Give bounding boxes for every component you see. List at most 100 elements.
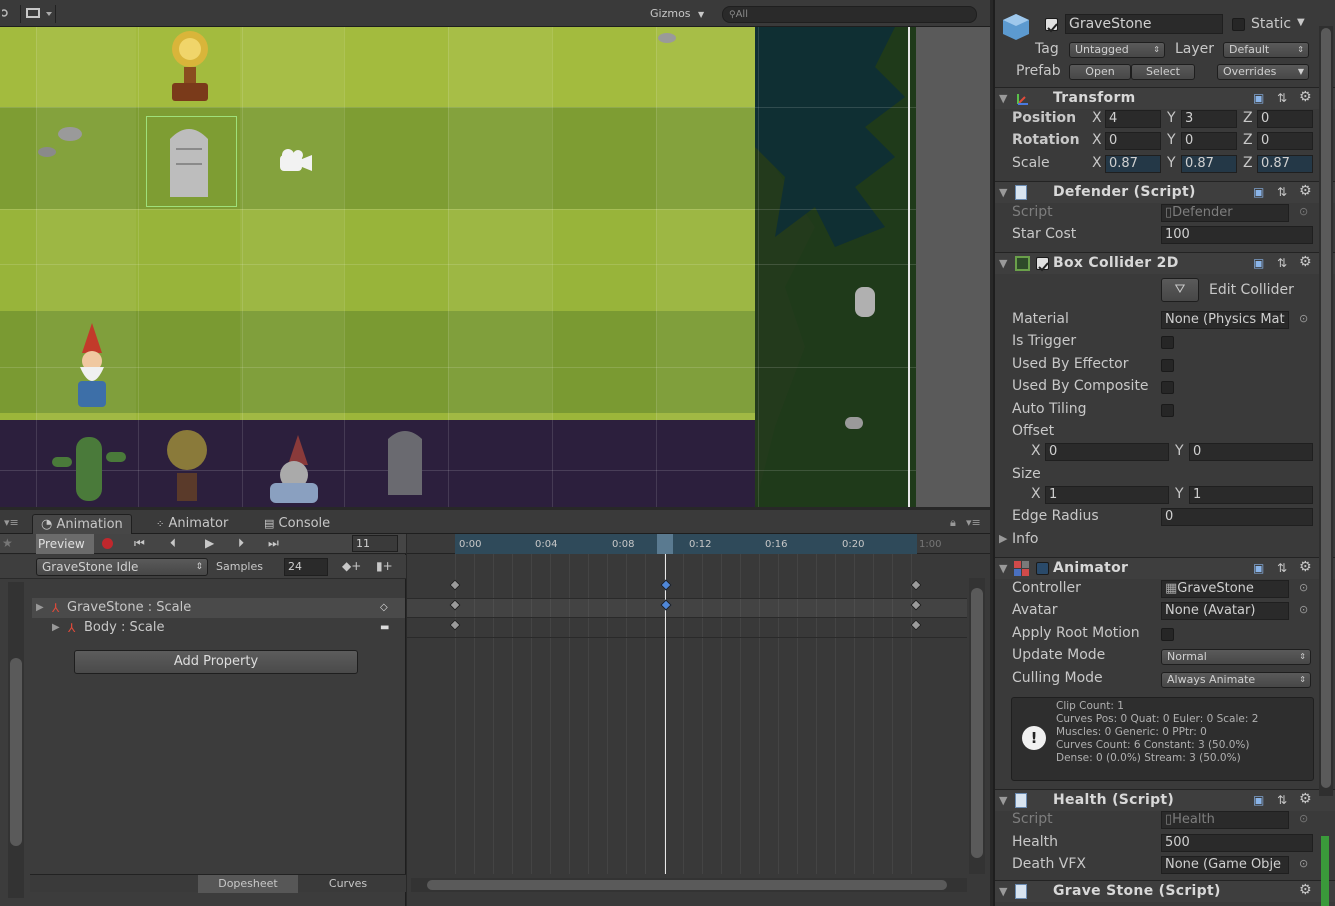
property-row[interactable]: ▶ ⅄ GraveStone : Scale ◇ bbox=[32, 598, 405, 618]
fold-arrow-icon[interactable]: ▶ bbox=[999, 532, 1007, 545]
object-picker-icon[interactable]: ⊙ bbox=[1299, 603, 1308, 616]
gravestone-sprite[interactable] bbox=[164, 119, 214, 201]
scrollbar-thumb[interactable] bbox=[1321, 28, 1331, 788]
play-icon[interactable]: ▶ bbox=[205, 536, 214, 550]
prev-key-icon[interactable]: ⏴ bbox=[170, 536, 176, 551]
gear-icon[interactable]: ⚙ bbox=[1299, 559, 1312, 575]
scrollbar-thumb[interactable] bbox=[10, 658, 22, 846]
record-icon[interactable] bbox=[102, 538, 113, 549]
gear-icon[interactable]: ⚙ bbox=[1299, 882, 1312, 898]
gear-icon[interactable]: ⚙ bbox=[1299, 791, 1312, 807]
rotation-z-field[interactable]: 0 bbox=[1257, 132, 1313, 150]
enabled-checkbox[interactable] bbox=[1036, 562, 1049, 575]
scene-viewport[interactable] bbox=[0, 27, 916, 507]
expand-arrow-icon[interactable]: ▶ bbox=[52, 618, 60, 638]
help-icon[interactable]: ▣ bbox=[1253, 793, 1264, 807]
is-trigger-checkbox[interactable] bbox=[1161, 336, 1174, 349]
object-name-field[interactable]: GraveStone bbox=[1065, 14, 1223, 34]
object-picker-icon[interactable]: ⊙ bbox=[1299, 857, 1308, 870]
position-z-field[interactable]: 0 bbox=[1257, 110, 1313, 128]
lock-icon[interactable]: 🔒︎ bbox=[950, 516, 956, 530]
next-key-icon[interactable]: ⏵ bbox=[238, 536, 244, 551]
fold-arrow-icon[interactable]: ▼ bbox=[999, 885, 1007, 898]
controller-field[interactable]: ▦GraveStone bbox=[1161, 580, 1289, 598]
property-scrollbar[interactable] bbox=[8, 582, 24, 898]
expand-arrow-icon[interactable]: ▶ bbox=[36, 598, 44, 618]
tab-animator[interactable]: ⁘ Animator bbox=[148, 514, 236, 534]
time-ruler[interactable]: 0:00 0:04 0:08 0:12 0:16 0:20 1:00 bbox=[407, 534, 990, 554]
scene-search-input[interactable]: ⚲All bbox=[722, 6, 977, 23]
dopesheet[interactable]: 0:00 0:04 0:08 0:12 0:16 0:20 1:00 bbox=[407, 534, 990, 906]
object-picker-icon[interactable]: ⊙ bbox=[1299, 312, 1308, 325]
dopesheet-button[interactable]: Dopesheet bbox=[198, 875, 298, 893]
enabled-checkbox[interactable] bbox=[1036, 257, 1049, 272]
box-collider-header[interactable]: ▼ Box Collider 2D ▣ ⇅ ⚙ bbox=[995, 252, 1335, 274]
gnome-sprite[interactable] bbox=[70, 323, 114, 419]
object-picker-icon[interactable]: ⊙ bbox=[1299, 581, 1308, 594]
trophy-icon[interactable] bbox=[152, 425, 222, 503]
static-checkbox[interactable] bbox=[1232, 18, 1245, 31]
add-event-icon[interactable]: ▮+ bbox=[376, 559, 393, 573]
help-icon[interactable]: ▣ bbox=[1253, 561, 1264, 575]
fold-arrow-icon[interactable]: ▼ bbox=[999, 92, 1007, 105]
offset-y-field[interactable]: 0 bbox=[1189, 443, 1313, 461]
used-by-composite-checkbox[interactable] bbox=[1161, 381, 1174, 394]
health-field[interactable]: 500 bbox=[1161, 834, 1313, 852]
chevron-down-icon[interactable]: ▼ bbox=[1297, 17, 1305, 28]
sunflower-trophy-icon[interactable] bbox=[158, 27, 222, 105]
preset-icon[interactable]: ⇅ bbox=[1277, 793, 1287, 807]
fold-arrow-icon[interactable]: ▼ bbox=[999, 562, 1007, 575]
size-x-field[interactable]: 1 bbox=[1045, 486, 1169, 504]
preset-icon[interactable]: ⇅ bbox=[1277, 256, 1287, 270]
apply-root-motion-checkbox[interactable] bbox=[1161, 628, 1174, 641]
help-icon[interactable]: ▣ bbox=[1253, 185, 1264, 199]
auto-tiling-checkbox[interactable] bbox=[1161, 404, 1174, 417]
scale-x-field[interactable]: 0.87 bbox=[1105, 155, 1161, 173]
gear-icon[interactable]: ⚙ bbox=[1299, 254, 1312, 270]
preset-icon[interactable]: ⇅ bbox=[1277, 185, 1287, 199]
fold-arrow-icon[interactable]: ▼ bbox=[999, 794, 1007, 807]
panel-menu-icon[interactable]: ▾≡ bbox=[4, 516, 19, 529]
scale-z-field[interactable]: 0.87 bbox=[1257, 155, 1313, 173]
transform-header[interactable]: ▼ Transform ▣ ⇅ ⚙ bbox=[995, 87, 1335, 109]
death-vfx-field[interactable]: None (Game Obje bbox=[1161, 856, 1289, 874]
used-by-effector-checkbox[interactable] bbox=[1161, 359, 1174, 372]
star-cost-field[interactable]: 100 bbox=[1161, 226, 1313, 244]
panel-options-icon[interactable]: ▾≡ bbox=[966, 516, 981, 529]
edge-radius-field[interactable]: 0 bbox=[1161, 508, 1313, 526]
gear-icon[interactable]: ⚙ bbox=[1299, 89, 1312, 105]
dopesheet-hscroll[interactable] bbox=[411, 878, 967, 892]
defender-header[interactable]: ▼ Defender (Script) ▣ ⇅ ⚙ bbox=[995, 181, 1335, 203]
health-header[interactable]: ▼ Health (Script) ▣ ⇅ ⚙ bbox=[995, 789, 1335, 811]
fold-arrow-icon[interactable]: ▼ bbox=[999, 257, 1007, 270]
preview-button[interactable]: Preview bbox=[36, 534, 94, 554]
preset-icon[interactable]: ⇅ bbox=[1277, 561, 1287, 575]
size-y-field[interactable]: 1 bbox=[1189, 486, 1313, 504]
add-keyframe-icon[interactable]: ◆+ bbox=[342, 559, 361, 573]
camera-icon[interactable] bbox=[276, 147, 316, 175]
edit-collider-button[interactable]: ⛛ bbox=[1161, 278, 1199, 302]
animator-header[interactable]: ▼ Animator ▣ ⇅ ⚙ bbox=[995, 557, 1335, 579]
tag-dropdown[interactable]: Untagged ⇕ bbox=[1069, 42, 1165, 58]
scrollbar-thumb[interactable] bbox=[971, 588, 983, 858]
gear-icon[interactable]: ⚙ bbox=[1299, 183, 1312, 199]
info-foldout[interactable]: Info bbox=[1012, 531, 1039, 547]
samples-input[interactable]: 24 bbox=[284, 558, 328, 576]
tab-animation[interactable]: ◔ Animation bbox=[32, 514, 132, 534]
help-icon[interactable]: ▣ bbox=[1253, 256, 1264, 270]
rotation-x-field[interactable]: 0 bbox=[1105, 132, 1161, 150]
material-field[interactable]: None (Physics Mat bbox=[1161, 311, 1289, 329]
prefab-open-button[interactable]: Open bbox=[1069, 64, 1131, 80]
rotation-y-field[interactable]: 0 bbox=[1181, 132, 1237, 150]
inspector-scrollbar[interactable] bbox=[1319, 26, 1333, 796]
cactus-icon[interactable] bbox=[46, 432, 132, 502]
dopesheet-vscroll[interactable] bbox=[969, 578, 985, 874]
position-y-field[interactable]: 3 bbox=[1181, 110, 1237, 128]
position-x-field[interactable]: 4 bbox=[1105, 110, 1161, 128]
playhead-handle[interactable] bbox=[657, 534, 673, 554]
tab-console[interactable]: ▤ Console bbox=[256, 514, 338, 534]
toolbar-menu-icon[interactable] bbox=[0, 5, 14, 23]
first-key-icon[interactable]: ⏮ bbox=[134, 536, 145, 551]
avatar-field[interactable]: None (Avatar) bbox=[1161, 602, 1289, 620]
scale-y-field[interactable]: 0.87 bbox=[1181, 155, 1237, 173]
